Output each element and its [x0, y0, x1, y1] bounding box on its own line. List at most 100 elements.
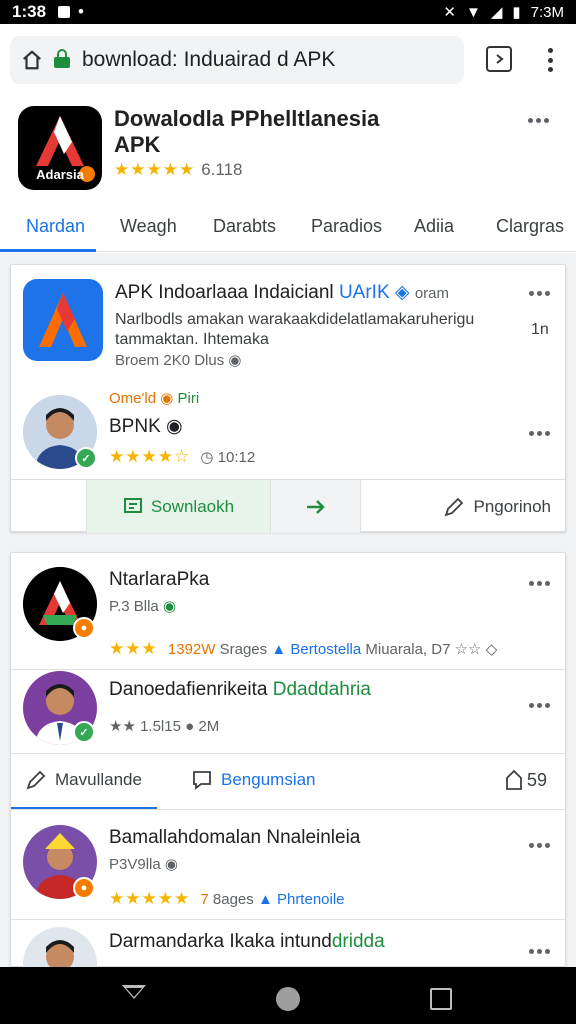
- browser-menu-icon[interactable]: [538, 44, 562, 76]
- item-rating: 7: [200, 891, 209, 908]
- verified-icon: ◉: [162, 598, 177, 615]
- item-stats: ★★★★★ 7 8ages ▲ Phrtenoile: [109, 889, 345, 909]
- star-rating-icon: ★★★★★: [109, 889, 191, 908]
- edit-button[interactable]: Mavullande: [25, 769, 142, 791]
- divider: [11, 753, 567, 754]
- address-bar[interactable]: bownload: Induairad d APK: [10, 36, 464, 84]
- system-nav-bar: [0, 967, 576, 1024]
- user-rating-value: 10:12: [217, 449, 256, 466]
- status-time: 1:38: [12, 2, 47, 21]
- url-text[interactable]: bownload: Induairad d APK: [82, 48, 335, 72]
- star-rating-icon: ★★★: [109, 639, 158, 658]
- browser-toolbar: bownload: Induairad d APK: [0, 24, 576, 96]
- star-rating-icon: ★★: [109, 718, 136, 735]
- verified-badge-icon: ✓: [73, 721, 95, 743]
- notification-icon: [58, 6, 71, 18]
- item-name-tag: Ddaddahria: [272, 679, 371, 700]
- item-location: Miuarala, D7: [365, 641, 451, 658]
- app-more-icon[interactable]: [528, 118, 549, 123]
- item-name[interactable]: Danoedafienrikeita Ddaddahria: [109, 679, 371, 701]
- card-meta-text: Broem 2K0 Dlus: [115, 352, 225, 369]
- star-rating-icon: ★★★★★: [114, 160, 196, 179]
- arrow-right-icon: [306, 499, 325, 514]
- tab-switcher-icon[interactable]: [486, 46, 512, 72]
- star-outline-icon[interactable]: ☆☆: [455, 641, 482, 658]
- comment-icon: [193, 771, 211, 790]
- item-name[interactable]: NtarlaraPka: [109, 569, 209, 591]
- item-name[interactable]: Darmandarka Ikaka intunddridda: [109, 931, 385, 953]
- item-more-icon[interactable]: [529, 843, 550, 848]
- divider: [11, 669, 567, 670]
- like-icon: ▲: [257, 891, 273, 908]
- home-button-icon[interactable]: [276, 987, 300, 1011]
- status-right: ✕ ▼ ◢ ▮ 7:3M: [443, 3, 564, 22]
- item-more-icon[interactable]: [529, 703, 550, 708]
- card-meta: Broem 2K0 Dlus ◉: [115, 351, 241, 369]
- tab-clargras[interactable]: Clargras: [496, 216, 564, 237]
- share-count-button[interactable]: 59: [505, 769, 547, 791]
- tab-nardan[interactable]: Nardan: [26, 216, 85, 237]
- download-icon: [123, 497, 142, 513]
- user-more-icon[interactable]: [529, 431, 550, 436]
- item-name-text: Darmandarka Ikaka intund: [109, 931, 332, 952]
- status-time-right: 7:3M: [530, 3, 564, 21]
- back-icon[interactable]: [122, 985, 146, 999]
- card-title-tag2: oram: [414, 285, 449, 302]
- item-more-icon[interactable]: [529, 581, 550, 586]
- comment-label: Bengumsian: [221, 770, 316, 789]
- star-rating-icon: ★★★★☆: [109, 447, 191, 466]
- lock-icon: [54, 49, 70, 68]
- pencil-icon: [445, 497, 464, 516]
- mute-icon: ✕: [443, 4, 456, 21]
- download-button[interactable]: Sownlaokh: [87, 480, 271, 533]
- tab-indicator: [0, 249, 96, 252]
- card-desc-line1: Narlbodls amakan warakaakdidelatlamakaru…: [115, 311, 475, 328]
- app-rating-value: 6.118: [201, 160, 243, 179]
- card-title-text: APK Indoarlaaa Indaicianl: [115, 282, 334, 303]
- verified-badge-icon: ✓: [75, 447, 97, 469]
- item-meta: P.3 Blla ◉: [109, 597, 176, 615]
- pencil-icon: [26, 770, 46, 790]
- item-rating-extra: Srages: [219, 641, 268, 658]
- share-count: 59: [527, 769, 548, 790]
- card-title-tag: UArIK: [338, 282, 390, 303]
- fire-badge-icon: ●: [73, 617, 95, 639]
- report-button[interactable]: Pngorinoh: [361, 480, 567, 533]
- item-name-text: Danoedafienrikeita: [109, 679, 268, 700]
- card-desc-line2: tammaktan. Ihtemaka: [115, 331, 269, 348]
- clock-icon: ◷: [200, 449, 214, 466]
- share-button[interactable]: [271, 480, 361, 533]
- verified-icon: ◈: [394, 282, 410, 303]
- tag-icon[interactable]: ◇: [486, 641, 498, 658]
- item-tag[interactable]: Bertostella: [290, 641, 361, 658]
- globe-icon: ◉: [164, 856, 178, 873]
- tab-darabts[interactable]: Darabts: [213, 216, 276, 237]
- tab-paradios[interactable]: Paradios: [311, 216, 382, 237]
- app-rating: ★★★★★ 6.118: [114, 160, 242, 180]
- tab-weagh[interactable]: Weagh: [120, 216, 177, 237]
- item-rating-extra: 8ages: [212, 891, 254, 908]
- item-name[interactable]: Bamallahdomalan Nnaleinleia: [109, 827, 360, 849]
- wifi-icon: ▼: [465, 3, 481, 21]
- tab-adiia[interactable]: Adiia: [414, 216, 454, 237]
- user-name-text: BPNK: [109, 416, 161, 437]
- user-tags: Ome'ld ◉ Piri: [109, 389, 199, 407]
- item-rating: 1392W: [167, 641, 216, 658]
- card-more-icon[interactable]: [529, 291, 550, 296]
- user-name[interactable]: BPNK ◉: [109, 415, 183, 438]
- item-more-icon[interactable]: [529, 949, 550, 954]
- item-meta-text: P.3 Blla: [109, 598, 159, 615]
- item-tag[interactable]: Phrtenoile: [277, 891, 345, 908]
- battery-icon: ▮: [512, 4, 521, 21]
- recents-icon[interactable]: [430, 988, 452, 1010]
- person-icon: ●: [185, 718, 195, 735]
- divider: [11, 809, 567, 810]
- comment-button[interactable]: Bengumsian: [191, 769, 316, 791]
- item-meta: P3V9lla ◉: [109, 855, 178, 873]
- home-icon[interactable]: [10, 36, 54, 84]
- card-app-icon[interactable]: [23, 279, 103, 361]
- globe-icon: ◉: [228, 352, 242, 369]
- app-logo: Adarsia: [18, 106, 102, 190]
- divider: [11, 919, 567, 920]
- card-title[interactable]: APK Indoarlaaa Indaicianl UArIK ◈ oram: [115, 281, 449, 304]
